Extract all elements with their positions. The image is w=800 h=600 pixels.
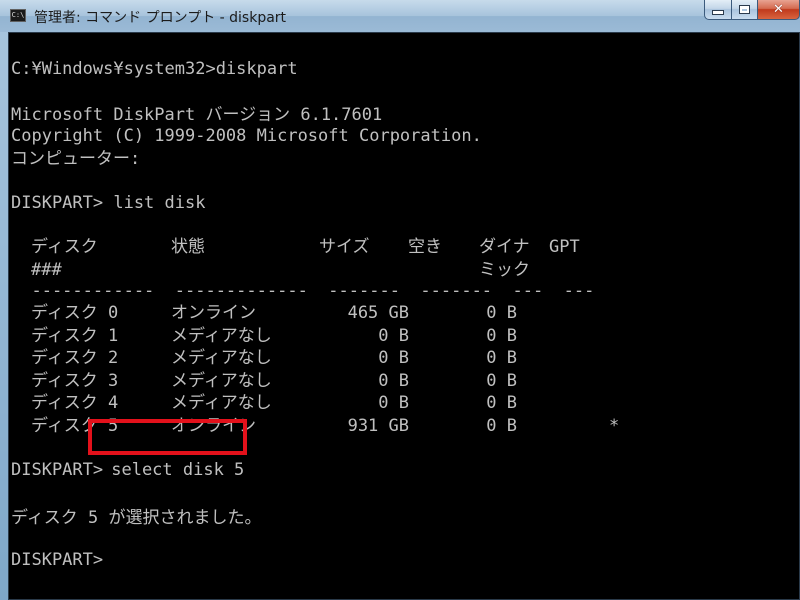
table-cell-status: メディアなし [171,370,272,391]
table-cell-size: 0 B [378,393,409,414]
copyright-line: Copyright (C) 1999-2008 Microsoft Corpor… [11,126,482,146]
table-header: GPT [549,237,580,257]
prompt: DISKPART> [11,550,104,570]
table-cell-disk: ディスク 4 [31,393,119,414]
table-cell-gpt: * [609,416,620,436]
minimize-icon [712,10,724,15]
table-cell-free: 0 B [486,416,517,436]
table-cell-free: 0 B [486,393,517,414]
table-cell-status: オンライン [171,303,256,323]
computer-line: コンピューター: [11,149,141,169]
command-line: C:¥Windows¥system32>diskpart [11,59,298,79]
table-header: ミック [479,260,530,280]
table-cell-status: メディアなし [171,393,272,414]
table-cell-size: 0 B [378,370,409,391]
table-cell-disk: ディスク 0 [31,303,119,323]
maximize-button[interactable] [731,0,758,20]
minimize-button[interactable] [704,0,732,20]
close-icon: ✕ [773,2,784,17]
table-header: サイズ [319,237,370,257]
highlight-box [88,419,247,455]
table-cell-disk: ディスク 1 [31,325,119,346]
table-cell-free: 0 B [486,325,517,346]
table-header: 状態 [171,237,205,257]
window-title: 管理者: コマンド プロンプト - diskpart [34,10,287,26]
table-header: 空き [408,237,442,257]
table-cell-status: メディアなし [171,348,272,369]
command-prompt-window: C:\ 管理者: コマンド プロンプト - diskpart ✕ C:¥Wind… [0,0,800,600]
result-line: ディスク 5 が選択されました。 [11,508,262,528]
table-separator: ------------ ------------- ------- -----… [11,281,595,301]
close-button[interactable]: ✕ [757,0,800,20]
version-line: Microsoft DiskPart バージョン 6.1.7601 [11,105,383,125]
maximize-icon [739,5,750,14]
cmd-icon: C:\ [10,9,26,22]
title-bar[interactable]: C:\ 管理者: コマンド プロンプト - diskpart ✕ [0,0,800,32]
highlighted-command: select disk 5 [101,460,245,480]
table-cell-size: 465 GB [347,303,409,323]
table-cell-size: 931 GB [347,416,409,436]
table-cell-free: 0 B [486,370,517,391]
table-cell-status: メディアなし [171,325,272,346]
command-line: DISKPART> list disk [11,193,206,213]
table-cell-disk: ディスク 3 [31,370,119,391]
table-header: ### [31,260,62,280]
table-cell-free: 0 B [486,303,517,323]
table-cell-free: 0 B [486,348,517,369]
table-cell-size: 0 B [378,348,409,369]
table-cell-size: 0 B [378,325,409,346]
prompt: DISKPART> [11,460,104,480]
table-header: ディスク [31,237,98,257]
console-output[interactable]: C:¥Windows¥system32>diskpart Microsoft D… [8,32,800,600]
table-header: ダイナ [479,237,530,257]
table-cell-disk: ディスク 2 [31,348,119,369]
